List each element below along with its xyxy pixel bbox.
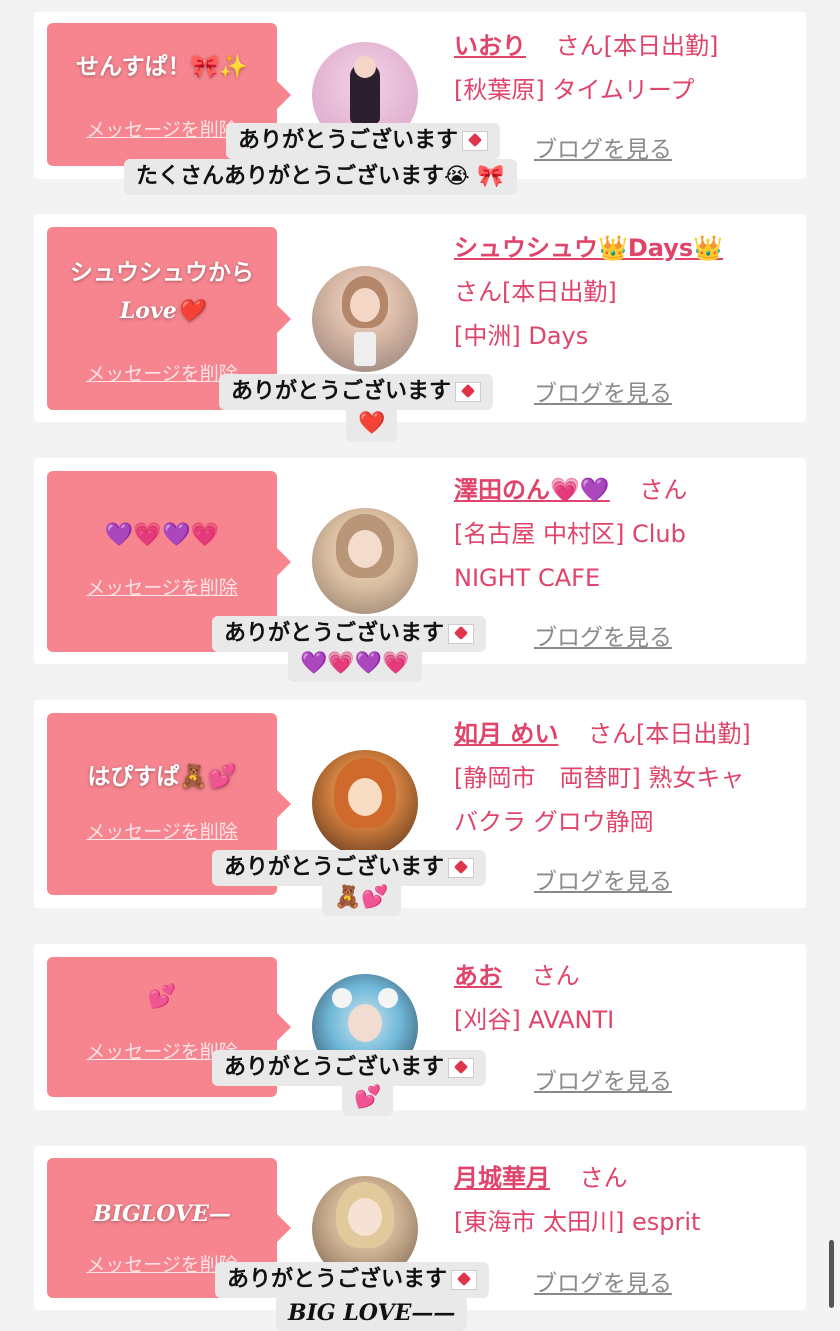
reply-text: ありがとうございます — [224, 855, 445, 880]
cast-name-link[interactable]: 月城華月 — [454, 1164, 550, 1192]
love-letter-icon — [451, 1270, 478, 1290]
honorific: さん — [454, 278, 502, 306]
reply-text: 🧸💕 — [334, 885, 389, 910]
reply-overlay: 💕 — [342, 1080, 394, 1116]
reply-text: たくさんありがとうございます😭 🎀 — [136, 164, 505, 189]
reply-overlay: たくさんありがとうございます😭 🎀 — [124, 159, 517, 195]
reply-text: BIG LOVE—— — [288, 1300, 456, 1326]
cast-info: シュウシュウ👑Days👑 さん[本日出勤] [中洲] Days — [454, 226, 786, 358]
bubble-message: はぴすぱ🧸💕 — [87, 764, 237, 790]
love-letter-icon — [448, 1058, 475, 1078]
view-blog-link[interactable]: ブログを見る — [534, 862, 672, 896]
honorific: さん — [555, 32, 604, 60]
bubble-message: 💜💗💜💗 — [104, 522, 220, 548]
reply-text: ありがとうございます — [224, 1055, 445, 1080]
location-shop: [静岡市 両替町] 熟女キャ — [454, 764, 745, 792]
reply-text: ありがとうございます — [231, 379, 452, 404]
reply-overlay: BIG LOVE—— — [276, 1295, 468, 1331]
location-shop: バクラ グロウ静岡 — [454, 808, 654, 836]
reply-text: ありがとうございます — [227, 1267, 448, 1292]
honorific: さん — [531, 962, 580, 990]
bubble-message: Love❤️ — [119, 298, 205, 324]
reply-text: 💜💗💜💗 — [300, 651, 410, 676]
cast-info: 月城華月 さん [東海市 太田川] esprit — [454, 1156, 786, 1244]
reply-overlay: ありがとうございます — [219, 374, 494, 410]
reply-overlay: ありがとうございます — [215, 1262, 490, 1298]
work-status: [本日出勤] — [636, 720, 751, 748]
location-shop: NIGHT CAFE — [454, 564, 601, 592]
location-shop: [名古屋 中村区] Club — [454, 520, 686, 548]
love-letter-icon — [448, 624, 475, 644]
reply-overlay: ありがとうございます — [226, 123, 501, 159]
view-blog-link[interactable]: ブログを見る — [534, 618, 672, 652]
cast-name-link[interactable]: 如月 めい — [454, 720, 558, 748]
cast-info: いおり さん[本日出勤] [秋葉原] タイムリープ — [454, 24, 786, 112]
reply-text: 💕 — [354, 1085, 382, 1110]
delete-message-link[interactable]: メッセージを削除 — [47, 817, 277, 844]
honorific: さん — [579, 1164, 628, 1192]
honorific: さん — [639, 476, 688, 504]
avatar[interactable] — [312, 266, 418, 372]
reply-text: ❤️ — [358, 411, 386, 436]
reply-overlay: ❤️ — [346, 406, 398, 442]
work-status: [本日出勤] — [502, 278, 617, 306]
avatar[interactable] — [312, 750, 418, 856]
location-shop: [刈谷] AVANTI — [454, 1006, 615, 1034]
cast-name-link[interactable]: 澤田のん💗💜 — [454, 476, 610, 504]
work-status: [本日出勤] — [603, 32, 719, 60]
reply-text: ありがとうございます — [224, 621, 445, 646]
location-shop: [東海市 太田川] esprit — [454, 1208, 701, 1236]
bubble-message: せんすぱ！🎀✨ — [76, 54, 248, 80]
cast-info: 如月 めい さん[本日出勤] [静岡市 両替町] 熟女キャ バクラ グロウ静岡 — [454, 712, 786, 844]
cast-name-link[interactable]: あお — [454, 962, 502, 990]
cast-info: 澤田のん💗💜 さん [名古屋 中村区] Club NIGHT CAFE — [454, 468, 786, 600]
bubble-message: BIGLOVE— — [93, 1201, 231, 1227]
view-blog-link[interactable]: ブログを見る — [534, 130, 672, 164]
delete-message-link[interactable]: メッセージを削除 — [47, 573, 277, 600]
reply-text: ありがとうございます — [238, 128, 459, 153]
love-letter-icon — [462, 131, 489, 151]
cast-info: あお さん [刈谷] AVANTI — [454, 954, 786, 1042]
reply-overlay: 🧸💕 — [322, 880, 401, 916]
view-blog-link[interactable]: ブログを見る — [534, 1264, 672, 1298]
honorific: さん — [588, 720, 636, 748]
love-letter-icon — [455, 382, 482, 402]
view-blog-link[interactable]: ブログを見る — [534, 374, 672, 408]
avatar[interactable] — [312, 508, 418, 614]
bubble-message: シュウシュウから — [70, 260, 254, 286]
location-shop: [秋葉原] タイムリープ — [454, 76, 695, 104]
cast-name-link[interactable]: シュウシュウ👑Days👑 — [454, 234, 723, 262]
reply-overlay: 💜💗💜💗 — [288, 646, 422, 682]
location-shop: [中洲] Days — [454, 322, 589, 350]
view-blog-link[interactable]: ブログを見る — [534, 1062, 672, 1096]
scrollbar[interactable] — [829, 1240, 834, 1308]
love-letter-icon — [448, 858, 475, 878]
bubble-message: 💕 — [147, 984, 177, 1010]
cast-name-link[interactable]: いおり — [454, 32, 526, 60]
